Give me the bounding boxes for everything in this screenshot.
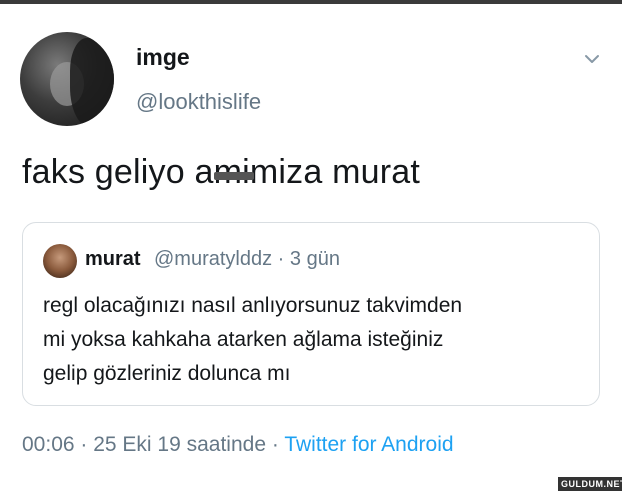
chevron-down-icon[interactable] bbox=[583, 50, 601, 68]
top-divider bbox=[0, 0, 622, 4]
quoted-meta: @muratylddz · 3 gün bbox=[154, 248, 340, 270]
watermark: GULDUM.NET bbox=[558, 477, 622, 491]
timestamp[interactable]: 00:06 · 25 Eki 19 saatinde bbox=[22, 433, 266, 456]
avatar[interactable] bbox=[20, 32, 114, 126]
quoted-line: gelip gözleriniz dolunca mı bbox=[43, 362, 291, 385]
quoted-line: regl olacağınızı nasıl anlıyorsunuz takv… bbox=[43, 294, 463, 317]
quoted-avatar[interactable] bbox=[43, 244, 77, 278]
tweet-footer: 00:06 · 25 Eki 19 saatinde · Twitter for… bbox=[22, 433, 454, 457]
source-link[interactable]: Twitter for Android bbox=[284, 433, 453, 456]
quoted-tweet-card[interactable]: murat @muratylddz · 3 gün regl olacağını… bbox=[22, 222, 600, 406]
quoted-display-name: murat bbox=[85, 248, 141, 270]
user-handle[interactable]: @lookthislife bbox=[136, 89, 261, 115]
quoted-tweet-text: regl olacağınızı nasıl anlıyorsunuz takv… bbox=[43, 289, 583, 391]
display-name[interactable]: imge bbox=[136, 44, 190, 71]
censor-bar bbox=[214, 172, 254, 180]
quoted-line: mi yoksa kahkaha atarken ağlama isteğini… bbox=[43, 328, 444, 351]
footer-separator: · bbox=[266, 433, 285, 456]
avatar-hair bbox=[70, 38, 114, 126]
